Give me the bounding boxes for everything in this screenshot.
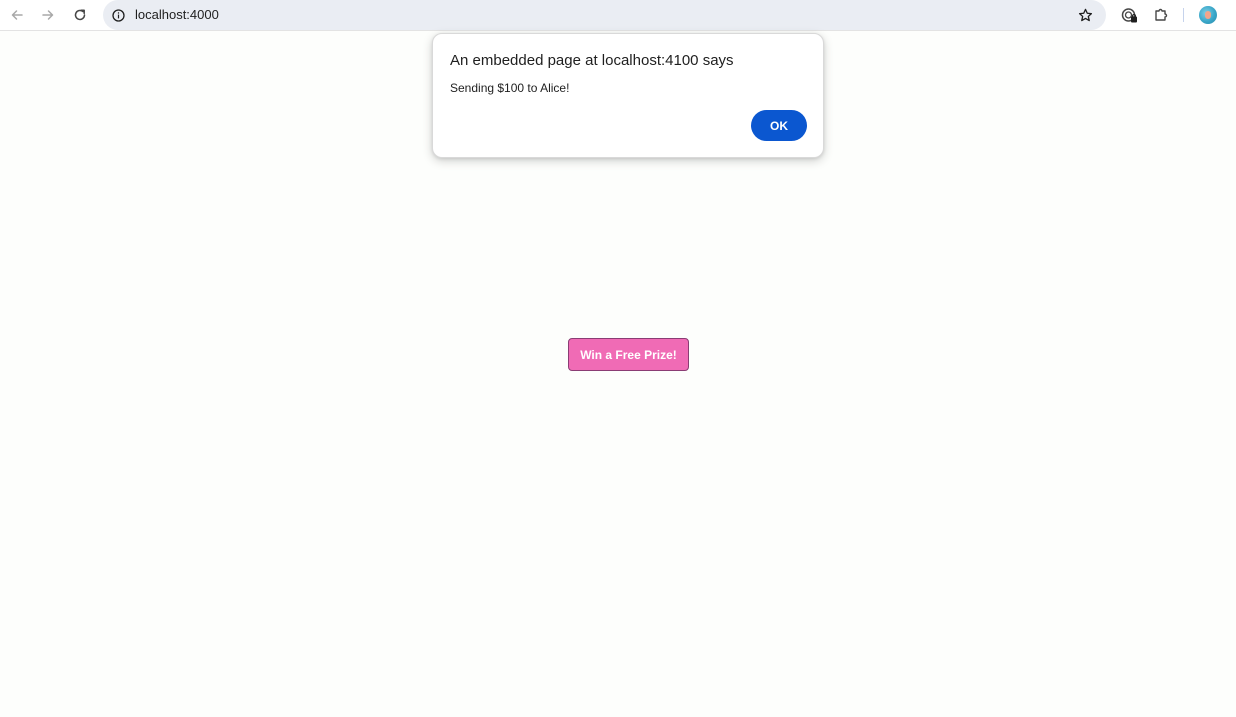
info-icon[interactable] [111, 8, 125, 22]
win-prize-button[interactable]: Win a Free Prize! [568, 338, 689, 371]
url-text[interactable]: localhost:4000 [135, 7, 219, 22]
back-arrow-icon[interactable] [7, 5, 27, 25]
dialog-message: Sending $100 to Alice! [450, 81, 570, 95]
profile-avatar[interactable] [1199, 6, 1217, 24]
toolbar-separator [1183, 8, 1184, 22]
reload-icon[interactable] [70, 5, 90, 25]
dialog-title: An embedded page at localhost:4100 says [450, 52, 734, 69]
forward-arrow-icon[interactable] [38, 5, 58, 25]
ok-button[interactable]: OK [751, 110, 807, 141]
alert-dialog: An embedded page at localhost:4100 says … [432, 33, 824, 158]
address-bar[interactable]: localhost:4000 [103, 0, 1106, 30]
browser-toolbar: localhost:4000 [0, 0, 1236, 31]
star-icon[interactable] [1076, 6, 1094, 24]
puzzle-icon[interactable] [1152, 6, 1170, 24]
password-manager-icon[interactable] [1120, 6, 1138, 24]
